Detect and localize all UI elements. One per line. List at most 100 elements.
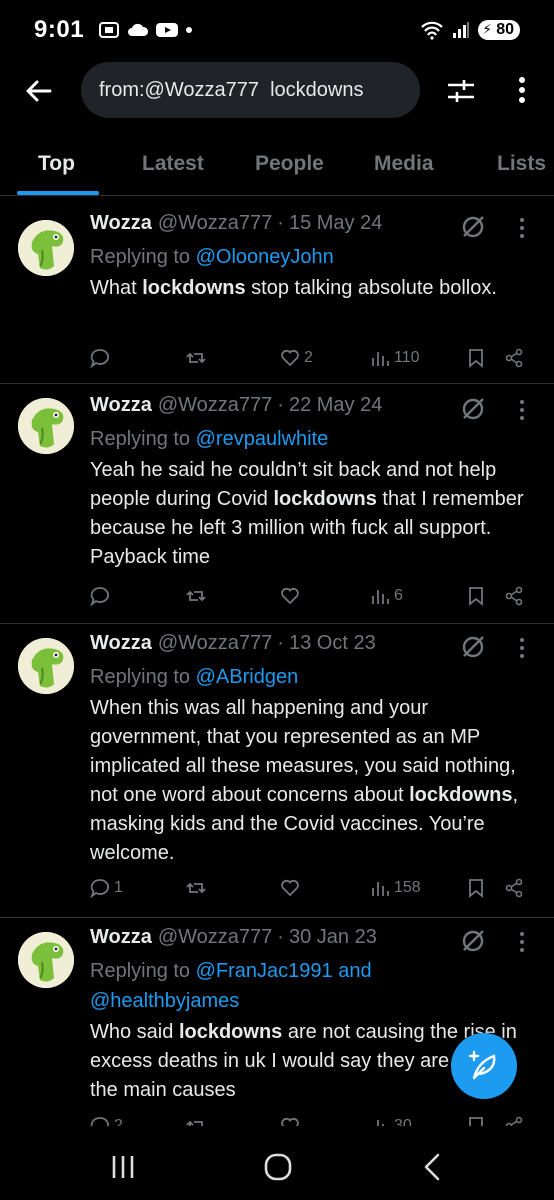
views-button[interactable]: 30 [370,1116,412,1126]
author-handle[interactable]: @Wozza777 [158,632,272,655]
like-button[interactable] [280,1116,304,1126]
more-vertical-icon[interactable] [516,930,528,954]
author-name[interactable]: Wozza [90,394,152,417]
bookmark-button[interactable] [466,878,486,898]
author-name[interactable]: Wozza [90,926,152,949]
like-button[interactable] [280,878,304,898]
screenshot-icon [99,22,120,38]
views-button[interactable]: 110 [370,348,420,368]
views-icon [372,590,389,604]
battery-indicator: ⚡ 80 [478,20,520,40]
share-icon [505,1116,523,1126]
charging-icon: ⚡ [482,21,493,37]
views-icon [372,352,389,366]
retweet-button[interactable] [186,878,210,898]
share-icon [505,586,523,606]
retweet-button[interactable] [186,586,210,606]
tab-media[interactable]: Media [374,138,434,194]
signal-icon [453,22,470,38]
share-button[interactable] [504,1116,524,1126]
replying-to: Replying to @FranJac1991 and [90,960,372,982]
more-vertical-icon[interactable] [516,216,528,240]
retweet-icon [186,882,206,894]
tab-latest[interactable]: Latest [142,138,204,194]
share-icon [505,348,523,368]
reply-icon [90,1117,109,1126]
views-button[interactable]: 158 [370,878,421,898]
share-button[interactable] [504,348,524,368]
status-bar: 9:01 ⚡ 80 [0,0,554,60]
reply-button[interactable] [90,348,114,368]
share-icon [505,878,523,898]
views-button[interactable]: 6 [370,586,403,606]
grok-icon[interactable] [458,926,488,956]
search-input[interactable] [99,78,409,102]
more-vertical-icon[interactable] [516,636,528,660]
avatar[interactable] [18,638,74,694]
tab-lists[interactable]: Lists [497,138,546,194]
bookmark-button[interactable] [466,348,486,368]
compose-post-icon [468,1050,496,1080]
tweet-date[interactable]: 15 May 24 [289,212,382,235]
bookmark-button[interactable] [466,586,486,606]
tab-people[interactable]: People [255,138,324,194]
youtube-icon [156,23,179,37]
retweet-button[interactable] [186,348,210,368]
tweet-date[interactable]: 30 Jan 23 [289,926,377,949]
author-name[interactable]: Wozza [90,212,152,235]
author-handle[interactable]: @Wozza777 [158,394,272,417]
bookmark-icon [469,1117,483,1126]
mention-link[interactable]: @OlooneyJohn [196,246,334,268]
search-header [0,60,554,122]
compose-post-button[interactable] [451,1033,517,1099]
author-handle[interactable]: @Wozza777 [158,926,272,949]
sliders-icon[interactable] [444,74,478,108]
retweet-icon [186,590,206,602]
tweet-actions: 2 30 [90,1116,554,1126]
reply-button[interactable] [90,586,114,606]
tweet-text: Yeah he said he couldn’t sit back and no… [90,459,524,568]
retweet-icon [186,352,206,364]
mention-link[interactable]: @ABridgen [196,666,299,688]
reply-button[interactable]: 1 [90,878,123,898]
grok-icon[interactable] [458,212,488,242]
mention-link[interactable]: @FranJac1991 and [196,960,372,982]
tab-top[interactable]: Top [38,138,75,194]
search-results-feed[interactable]: Wozza @Wozza777 · 15 May 24 Replying to … [0,196,554,1126]
avatar[interactable] [18,220,74,276]
share-button[interactable] [504,586,524,606]
tweet[interactable]: Wozza @Wozza777 · 15 May 24 Replying to … [0,196,554,384]
tweet[interactable]: Wozza @Wozza777 · 13 Oct 23 Replying to … [0,624,554,918]
mention-link[interactable]: @healthbyjames [90,990,239,1012]
author-name[interactable]: Wozza [90,632,152,655]
recent-apps-button[interactable] [106,1150,140,1184]
back-nav-button[interactable] [416,1150,450,1184]
grok-icon[interactable] [458,394,488,424]
wifi-icon [421,21,443,40]
home-button[interactable] [261,1150,295,1184]
share-button[interactable] [504,878,524,898]
more-vertical-icon[interactable] [508,72,536,108]
author-handle[interactable]: @Wozza777 [158,212,272,235]
mention-link[interactable]: @revpaulwhite [196,428,329,450]
cloud-icon [128,23,149,36]
avatar[interactable] [18,932,74,988]
bookmark-icon [469,349,483,368]
tweet-actions: 1 158 [90,878,554,906]
retweet-button[interactable] [186,1116,210,1126]
like-button[interactable]: 2 [280,348,313,368]
search-bar[interactable] [81,62,420,118]
bookmark-button[interactable] [466,1116,486,1126]
back-button[interactable] [22,74,56,108]
like-button[interactable] [280,586,304,606]
tweet-date[interactable]: 22 May 24 [289,394,382,417]
tweet-text: When this was all happening and your gov… [90,697,519,864]
tweet-date[interactable]: 13 Oct 23 [289,632,376,655]
avatar[interactable] [18,398,74,454]
tweet-actions: 6 [90,586,554,614]
active-tab-indicator [17,191,99,195]
reply-button[interactable]: 2 [90,1116,123,1126]
grok-icon[interactable] [458,632,488,662]
tweet[interactable]: Wozza @Wozza777 · 22 May 24 Replying to … [0,384,554,624]
more-vertical-icon[interactable] [516,398,528,422]
